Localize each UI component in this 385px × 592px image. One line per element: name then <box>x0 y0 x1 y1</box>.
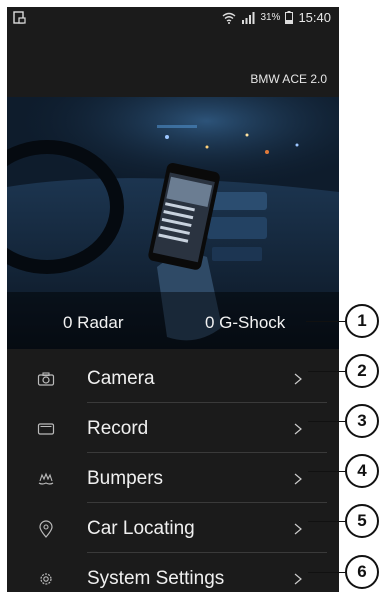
chevron-right-icon <box>294 573 302 585</box>
callout-leader-line <box>308 521 346 522</box>
chevron-right-icon <box>294 523 302 535</box>
callout-leader-line <box>308 572 346 573</box>
divider <box>87 502 327 503</box>
callout-leader-line <box>308 471 346 472</box>
menu-item-camera[interactable]: Camera <box>7 354 339 404</box>
menu-item-label: Record <box>87 418 149 439</box>
battery-percent: 31% <box>260 12 281 23</box>
bumpers-icon <box>38 472 54 485</box>
device-name: BMW ACE 2.0 <box>250 72 327 86</box>
hero-banner: 0 Radar 0 G-Shock <box>7 97 339 349</box>
camera-icon <box>37 372 55 386</box>
record-icon <box>37 423 55 435</box>
location-pin-icon <box>39 520 53 538</box>
callout-badge: 4 <box>345 454 379 488</box>
callout-leader-line <box>306 321 346 322</box>
main-menu: Camera Record Bumpers Car Locating Syste… <box>7 349 339 592</box>
radar-counter: 0 Radar <box>63 313 124 332</box>
callout-leader-line <box>308 371 346 372</box>
callout-badge: 2 <box>345 354 379 388</box>
menu-item-label: System Settings <box>87 568 225 589</box>
callout-leader-line <box>308 421 346 422</box>
signal-icon <box>242 11 255 24</box>
gshock-counter: 0 G-Shock <box>205 313 286 332</box>
screenshot-icon <box>13 11 26 24</box>
app-bar: BMW ACE 2.0 <box>7 29 339 97</box>
wifi-icon <box>222 12 236 24</box>
battery-icon <box>285 11 294 24</box>
callout-badge: 6 <box>345 555 379 589</box>
menu-item-label: Car Locating <box>87 518 195 539</box>
menu-item-label: Bumpers <box>87 468 164 489</box>
chevron-right-icon <box>294 373 302 385</box>
gear-icon <box>40 573 52 585</box>
status-bar: 31% 15:40 <box>7 7 339 29</box>
callout-badge: 5 <box>345 504 379 538</box>
menu-item-label: Camera <box>87 368 155 389</box>
menu-item-record[interactable]: Record <box>7 404 339 454</box>
chevron-right-icon <box>294 423 302 435</box>
hero-car-interior-image <box>7 97 339 349</box>
callout-badge: 1 <box>345 304 379 338</box>
divider <box>87 452 327 453</box>
clock: 15:40 <box>298 10 331 25</box>
menu-item-bumpers[interactable]: Bumpers <box>7 454 339 504</box>
callout-badge: 3 <box>345 404 379 438</box>
divider <box>87 552 327 553</box>
divider <box>87 402 327 403</box>
phone-screen: 31% 15:40 BMW ACE 2.0 0 Radar 0 G-Shock … <box>7 7 339 592</box>
menu-item-car-locating[interactable]: Car Locating <box>7 504 339 554</box>
menu-item-system-settings[interactable]: System Settings <box>7 554 339 592</box>
chevron-right-icon <box>294 473 302 485</box>
